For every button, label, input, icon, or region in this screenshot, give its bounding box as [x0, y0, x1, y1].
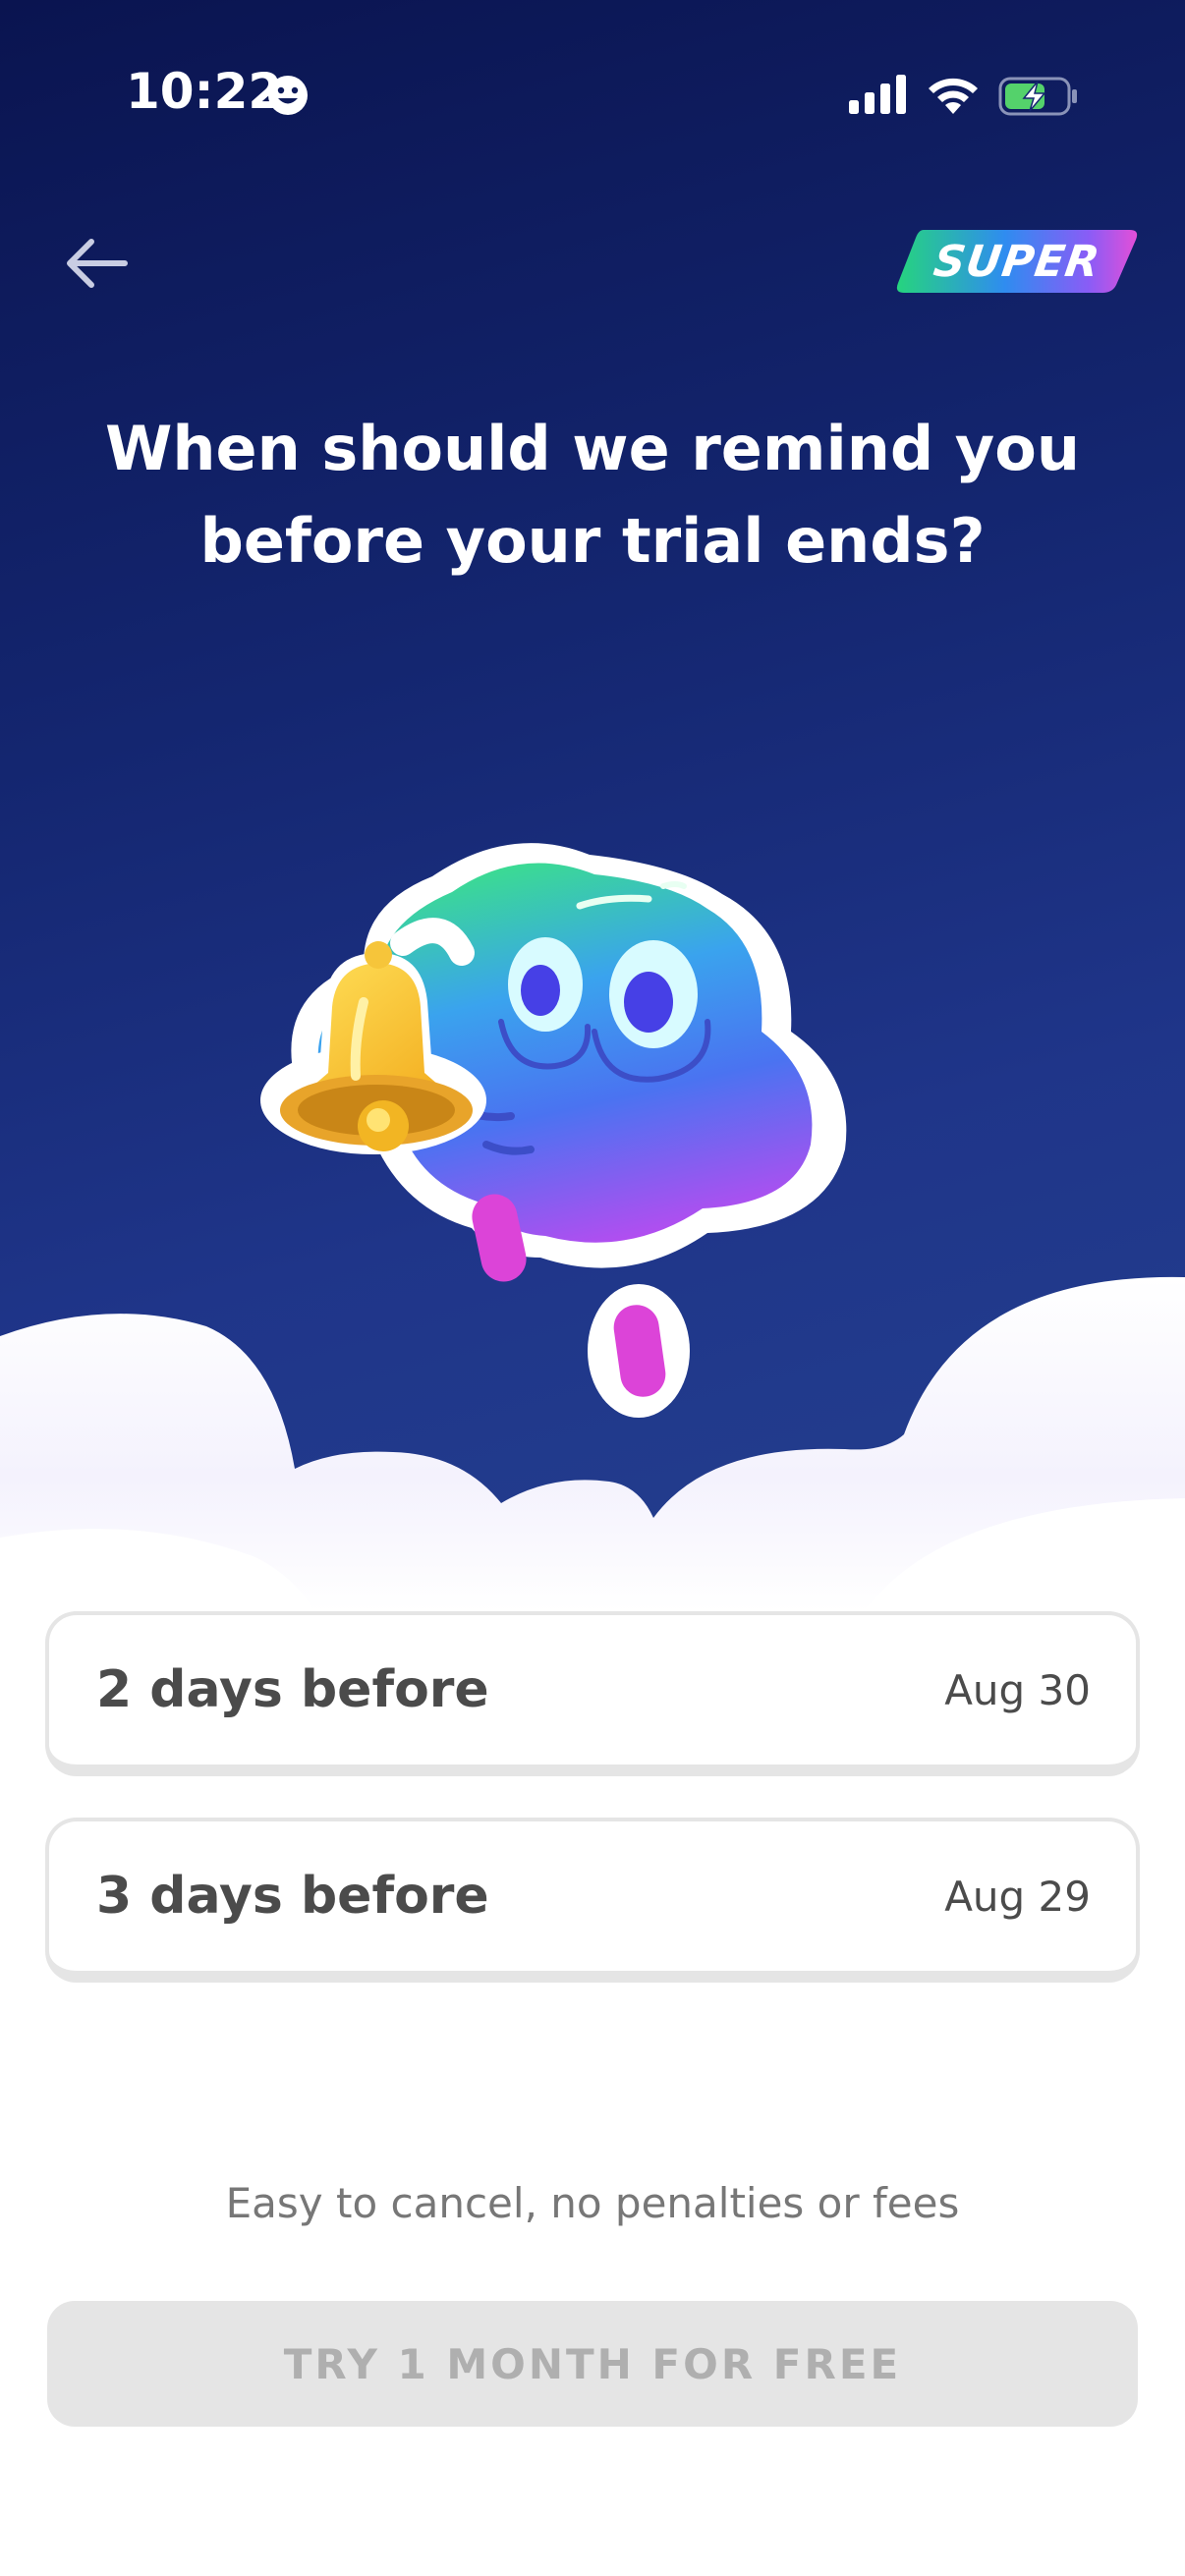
- smiley-icon: [268, 76, 308, 115]
- try-free-button[interactable]: TRY 1 MONTH FOR FREE: [47, 2301, 1138, 2427]
- mascot-with-bell-illustration: [260, 843, 847, 1418]
- option-date: Aug 30: [944, 1665, 1091, 1714]
- option-2-days-before[interactable]: 2 days before Aug 30: [45, 1611, 1140, 1776]
- option-label: 2 days before: [96, 1660, 489, 1719]
- super-badge: SUPER: [894, 228, 1140, 295]
- cellular-signal-icon: [849, 75, 906, 114]
- hero-section: 10:22 SUPER When should we remind you be…: [0, 0, 1185, 1611]
- wifi-icon: [929, 78, 978, 114]
- back-button[interactable]: [55, 222, 138, 305]
- super-badge-label: SUPER: [931, 236, 1103, 287]
- battery-charging-icon: [998, 77, 1077, 116]
- status-bar: 10:22: [0, 0, 1185, 196]
- reminder-options: 2 days before Aug 30 3 days before Aug 2…: [45, 1611, 1140, 2024]
- cancel-note: Easy to cancel, no penalties or fees: [225, 2179, 960, 2227]
- option-date: Aug 29: [944, 1872, 1091, 1921]
- option-label: 3 days before: [96, 1867, 489, 1926]
- page-title: When should we remind you before your tr…: [98, 403, 1087, 588]
- page-title-line-1: When should we remind you: [105, 413, 1080, 484]
- option-3-days-before[interactable]: 3 days before Aug 29: [45, 1818, 1140, 1983]
- status-time: 10:22: [126, 63, 283, 120]
- arrow-left-icon: [67, 239, 128, 288]
- page-title-line-2: before your trial ends?: [199, 505, 986, 577]
